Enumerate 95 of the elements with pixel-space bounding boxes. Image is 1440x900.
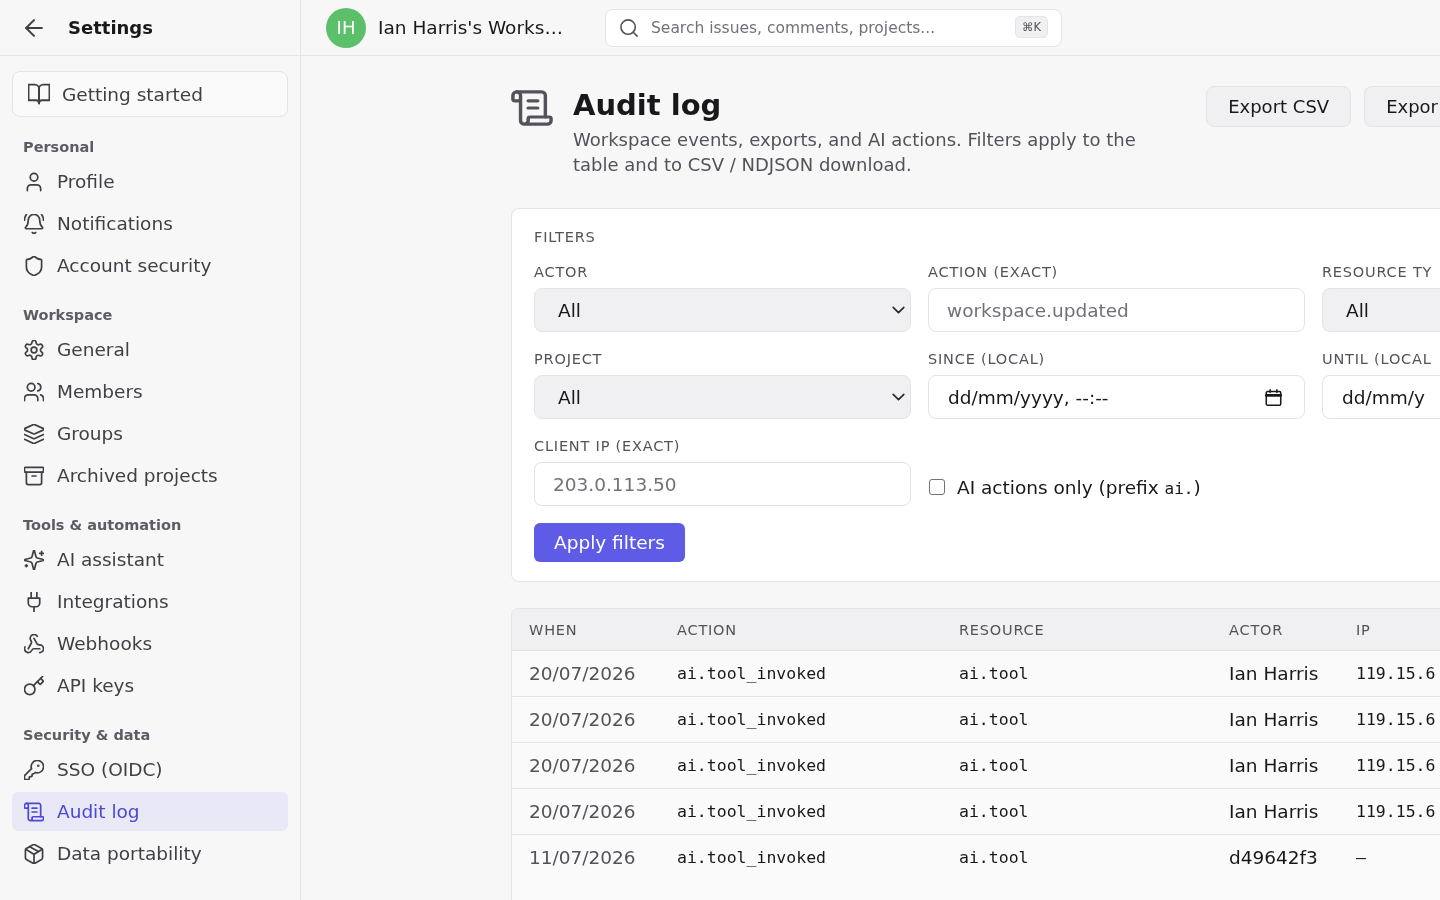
- table-cell: ai.tool_invoked: [660, 696, 942, 743]
- gear-icon: [24, 339, 44, 360]
- field-label: SINCE (LOCAL): [928, 350, 1047, 368]
- field-label: PROJECT: [534, 350, 604, 368]
- column-header: IP: [1339, 609, 1440, 651]
- sidebar-title: Settings: [68, 17, 153, 38]
- chevron-down-icon: [892, 393, 905, 401]
- table-cell: ai.tool_invoked: [660, 650, 942, 697]
- table-cell: 20/07/2026: [512, 650, 660, 697]
- getting-started-button[interactable]: Getting started: [12, 71, 288, 117]
- sidebar-item[interactable]: Members: [12, 372, 288, 411]
- table-cell: ai.tool_invoked: [660, 788, 942, 835]
- sidebar-item[interactable]: Notifications: [12, 204, 288, 243]
- section-heading: Personal: [23, 138, 96, 157]
- select-field[interactable]: All: [534, 288, 911, 332]
- shield-icon: [24, 255, 44, 276]
- table-cell: ai.tool: [942, 834, 1212, 880]
- sidebar-item[interactable]: SSO (OIDC): [12, 750, 288, 789]
- table-cell: 119.15.6: [1339, 742, 1440, 789]
- sidebar-item[interactable]: Groups: [12, 414, 288, 453]
- person-icon: [24, 171, 44, 192]
- sidebar-item[interactable]: Profile: [12, 162, 288, 201]
- section-heading: FILTERS: [534, 228, 597, 246]
- field-label: CLIENT IP (EXACT): [534, 437, 682, 455]
- layers-icon: [24, 423, 44, 444]
- sidebar-item[interactable]: Webhooks: [12, 624, 288, 663]
- plug-icon: [24, 591, 44, 612]
- search-icon: [620, 18, 638, 37]
- table-cell: ai.tool: [942, 788, 1212, 835]
- column-header: WHEN: [512, 609, 660, 651]
- sidebar-item[interactable]: Archived projects: [12, 456, 288, 495]
- sidebar-item[interactable]: Data portability: [12, 834, 288, 873]
- section-heading: Workspace: [23, 306, 114, 325]
- table-cell: 119.15.6: [1339, 650, 1440, 697]
- people-icon: [24, 381, 44, 402]
- key-icon: [24, 759, 44, 780]
- column-header: ACTION: [660, 609, 942, 651]
- field-label: ACTOR: [534, 263, 590, 281]
- chevron-down-icon: [892, 306, 905, 314]
- sidebar-item[interactable]: AI assistant: [12, 540, 288, 579]
- table-cell: Ian Harris: [1212, 788, 1339, 835]
- column-header: ACTOR: [1212, 609, 1339, 651]
- table-cell: 20/07/2026: [512, 788, 660, 835]
- table-cell: Ian Harris: [1212, 696, 1339, 743]
- sidebar-item[interactable]: Account security: [12, 246, 288, 285]
- table-cell: 20/07/2026: [512, 696, 660, 743]
- bell-icon: [24, 213, 44, 234]
- key-icon: [24, 675, 44, 696]
- table-cell: d49642f3: [1212, 834, 1339, 880]
- back-icon[interactable]: [25, 18, 43, 37]
- table-cell: ai.tool: [942, 696, 1212, 743]
- workspace-name[interactable]: Ian Harris's Works…: [378, 17, 572, 38]
- select-field[interactable]: All: [534, 375, 911, 419]
- calendar-icon: [1265, 388, 1282, 406]
- checkbox-label: AI actions only (prefix ai.): [957, 476, 1201, 498]
- section-heading: Security & data: [23, 726, 152, 745]
- sidebar-item[interactable]: API keys: [12, 666, 288, 705]
- table-cell: Ian Harris: [1212, 742, 1339, 789]
- archive-box-icon: [24, 465, 44, 486]
- sparkle-icon: [24, 549, 44, 570]
- table-cell: ai.tool_invoked: [660, 742, 942, 789]
- sidebar-item[interactable]: Integrations: [12, 582, 288, 621]
- book-icon: [28, 83, 50, 105]
- table-cell: ai.tool_invoked: [660, 834, 942, 880]
- export-button[interactable]: Export CSV: [1206, 86, 1352, 127]
- scroll-icon: [511, 90, 553, 126]
- webhook-icon: [24, 633, 44, 654]
- date-time-field[interactable]: dd/mm/yyyy, --:--: [928, 375, 1305, 419]
- table-cell: 20/07/2026: [512, 742, 660, 789]
- page-description: Workspace events, exports, and AI actions. Filters apply to the table and to CSV / NDJSON download.: [573, 128, 1137, 177]
- field-label: ACTION (EXACT): [928, 263, 1060, 281]
- page-title: Audit log: [573, 87, 723, 124]
- field-label: RESOURCE TY: [1322, 263, 1434, 281]
- table-cell: 119.15.6: [1339, 788, 1440, 835]
- table-cell: 11/07/2026: [512, 834, 660, 880]
- text-field[interactable]: workspace.updated: [928, 288, 1305, 332]
- table-cell: –: [1339, 834, 1440, 880]
- date-time-field[interactable]: dd/mm/y: [1322, 375, 1440, 419]
- section-heading: Tools & automation: [23, 516, 183, 535]
- table-cell: 119.15.6: [1339, 696, 1440, 743]
- scroll-icon: [24, 801, 44, 822]
- cube-icon: [24, 843, 44, 864]
- field-label: UNTIL (LOCAL: [1322, 350, 1433, 368]
- workspace-avatar: IH: [326, 7, 366, 48]
- sidebar-item[interactable]: General: [12, 330, 288, 369]
- table-cell: Ian Harris: [1212, 650, 1339, 697]
- sidebar-item[interactable]: Audit log: [12, 792, 288, 831]
- export-button[interactable]: Expor: [1364, 86, 1440, 127]
- checkbox[interactable]: [929, 479, 945, 495]
- select-field[interactable]: All: [1322, 288, 1440, 332]
- table-cell: ai.tool: [942, 650, 1212, 697]
- text-field[interactable]: 203.0.113.50: [534, 462, 911, 506]
- table-cell: ai.tool: [942, 742, 1212, 789]
- apply-filters-button[interactable]: Apply filters: [534, 523, 685, 562]
- column-header: RESOURCE: [942, 609, 1212, 651]
